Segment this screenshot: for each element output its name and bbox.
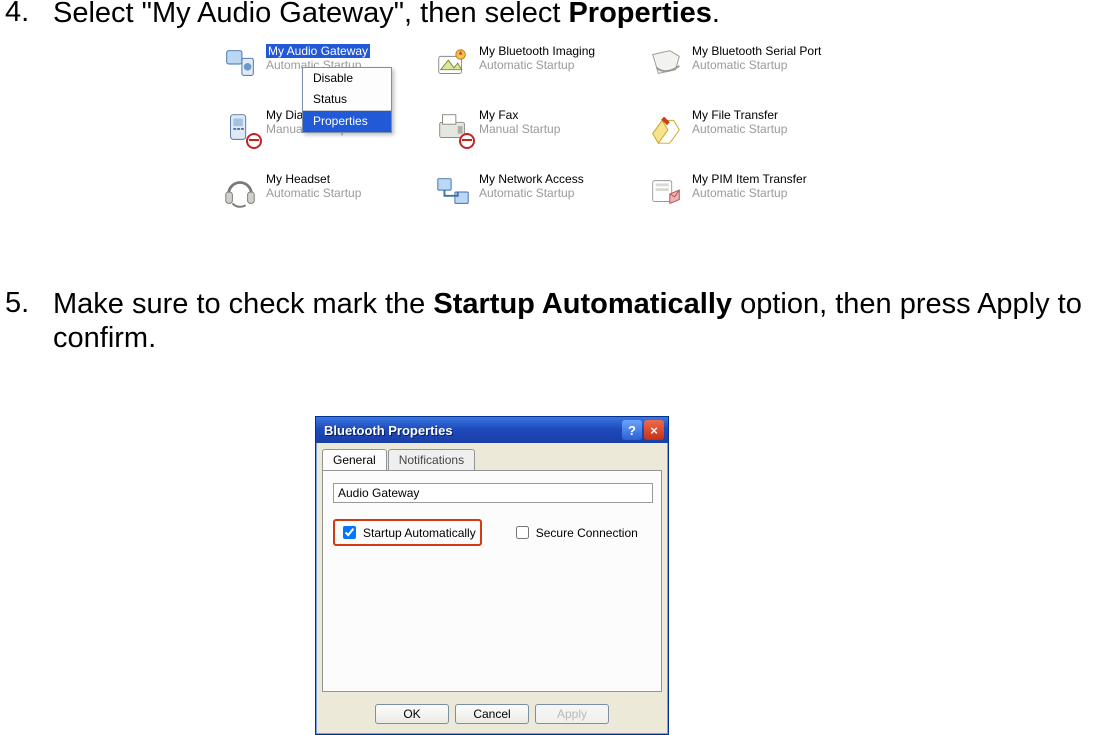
- step-4-strong: Properties: [568, 0, 711, 29]
- startup-automatically-input[interactable]: [343, 526, 356, 539]
- dial-up-icon: [220, 108, 260, 148]
- context-menu-properties[interactable]: Properties: [303, 110, 391, 132]
- secure-connection-label: Secure Connection: [536, 526, 638, 540]
- service-status: Automatic Startup: [479, 186, 584, 200]
- step-5-text-a: Make sure to check mark the: [53, 288, 433, 320]
- startup-automatically-highlight: Startup Automatically: [333, 519, 482, 546]
- service-status: Automatic Startup: [692, 186, 807, 200]
- imaging-icon: [433, 44, 473, 84]
- step-4-text-a: Select "My Audio Gateway", then select: [53, 0, 568, 29]
- service-status: Automatic Startup: [479, 58, 595, 72]
- help-button[interactable]: ?: [622, 420, 642, 440]
- secure-connection-input[interactable]: [516, 526, 529, 539]
- bluetooth-properties-dialog: Bluetooth Properties ? × General Notific…: [315, 416, 669, 735]
- no-entry-icon: [246, 133, 262, 149]
- service-name: My Network Access: [479, 172, 584, 186]
- network-icon: [433, 172, 473, 212]
- service-name: My PIM Item Transfer: [692, 172, 807, 186]
- dialog-titlebar[interactable]: Bluetooth Properties ? ×: [316, 417, 668, 443]
- headset-icon: [220, 172, 260, 212]
- dialog-actions: OK Cancel Apply: [316, 698, 668, 734]
- step-4-number: 4.: [1, 0, 53, 29]
- service-status: Manual Startup: [479, 122, 560, 136]
- tab-general[interactable]: General: [322, 449, 387, 470]
- audio-gateway-icon: [220, 44, 260, 84]
- pim-icon: [646, 172, 686, 212]
- apply-button[interactable]: Apply: [535, 704, 609, 724]
- step-4: 4. Select "My Audio Gateway", then selec…: [1, 0, 1091, 30]
- step-5-number: 5.: [1, 287, 53, 320]
- close-button[interactable]: ×: [644, 420, 664, 440]
- cancel-button[interactable]: Cancel: [455, 704, 529, 724]
- context-menu-status[interactable]: Status: [303, 89, 391, 110]
- service-bluetooth-imaging[interactable]: My Bluetooth Imaging Automatic Startup: [433, 44, 638, 84]
- service-status: Automatic Startup: [692, 122, 787, 136]
- service-status: Automatic Startup: [692, 58, 821, 72]
- context-menu-disable[interactable]: Disable: [303, 68, 391, 89]
- service-status: Automatic Startup: [266, 186, 361, 200]
- dialog-title: Bluetooth Properties: [324, 423, 622, 438]
- step-4-body: Select "My Audio Gateway", then select P…: [53, 0, 720, 30]
- service-name: My Bluetooth Imaging: [479, 44, 595, 58]
- file-transfer-icon: [646, 108, 686, 148]
- service-name: My File Transfer: [692, 108, 787, 122]
- service-name: My Bluetooth Serial Port: [692, 44, 821, 58]
- service-network-access[interactable]: My Network Access Automatic Startup: [433, 172, 638, 212]
- tab-panel-general: Startup Automatically Secure Connection: [322, 470, 662, 692]
- no-entry-icon: [459, 133, 475, 149]
- service-fax[interactable]: My Fax Manual Startup: [433, 108, 638, 148]
- service-headset[interactable]: My Headset Automatic Startup: [220, 172, 425, 212]
- tab-notifications[interactable]: Notifications: [388, 449, 475, 470]
- step-5-body: Make sure to check mark the Startup Auto…: [53, 287, 1108, 355]
- serial-port-icon: [646, 44, 686, 84]
- service-bluetooth-serial-port[interactable]: My Bluetooth Serial Port Automatic Start…: [646, 44, 888, 84]
- service-name: My Headset: [266, 172, 361, 186]
- fax-icon: [433, 108, 473, 148]
- secure-connection-checkbox[interactable]: Secure Connection: [512, 519, 638, 546]
- service-name: My Audio Gateway: [266, 44, 370, 58]
- ok-button[interactable]: OK: [375, 704, 449, 724]
- service-name-field[interactable]: [333, 483, 653, 503]
- context-menu: Disable Status Properties: [302, 67, 392, 133]
- step-4-text-b: .: [712, 0, 720, 29]
- step-5-strong: Startup Automatically: [433, 288, 732, 320]
- startup-automatically-label: Startup Automatically: [363, 526, 476, 540]
- service-name: My Fax: [479, 108, 560, 122]
- step-5: 5. Make sure to check mark the Startup A…: [1, 287, 1111, 355]
- service-file-transfer[interactable]: My File Transfer Automatic Startup: [646, 108, 888, 148]
- service-pim-item-transfer[interactable]: My PIM Item Transfer Automatic Startup: [646, 172, 888, 212]
- startup-automatically-checkbox[interactable]: Startup Automatically: [339, 523, 476, 542]
- tabstrip: General Notifications: [316, 443, 668, 470]
